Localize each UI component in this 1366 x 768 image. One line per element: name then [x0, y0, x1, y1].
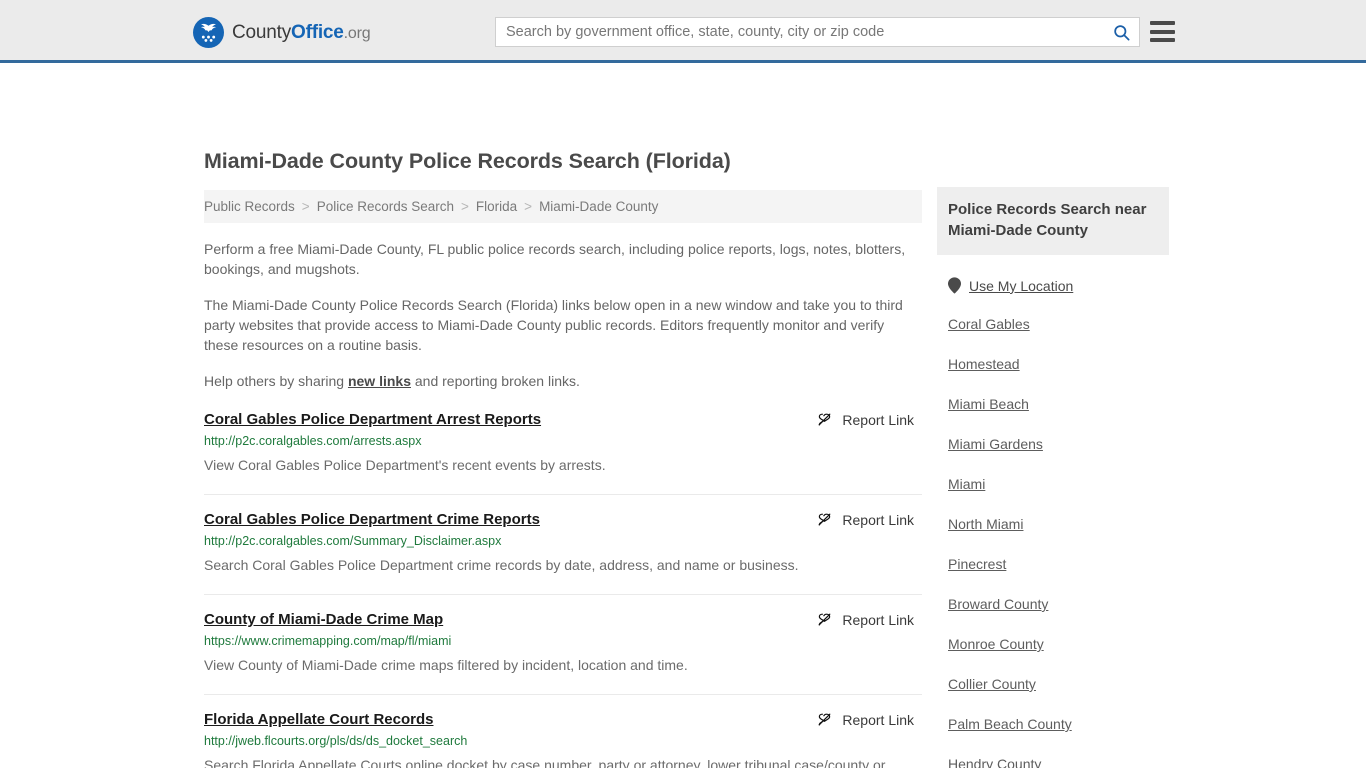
list-item: Miami: [937, 454, 1169, 494]
list-item: Monroe County: [937, 614, 1169, 654]
page-title: Miami-Dade County Police Records Search …: [204, 149, 731, 173]
report-link-button[interactable]: Report Link: [816, 711, 914, 728]
sidebar-item-miami[interactable]: Miami: [948, 454, 985, 492]
sidebar-item-broward-county[interactable]: Broward County: [948, 574, 1048, 612]
report-link-label: Report Link: [842, 411, 914, 428]
map-pin-icon: [948, 277, 961, 294]
site-logo[interactable]: CountyOffice.org: [193, 17, 371, 48]
intro-p3-before: Help others by sharing: [204, 373, 348, 389]
intro-paragraph-2: The Miami-Dade County Police Records Sea…: [204, 297, 903, 353]
list-item: Miami Beach: [937, 374, 1169, 414]
result-description: View County of Miami-Dade crime maps fil…: [204, 657, 688, 673]
sidebar-item-pinecrest[interactable]: Pinecrest: [948, 534, 1006, 572]
list-item: Collier County: [937, 654, 1169, 694]
sidebar-item-north-miami[interactable]: North Miami: [948, 494, 1023, 532]
result-item: Coral Gables Police Department Arrest Re…: [204, 411, 922, 495]
list-item: Coral Gables: [937, 294, 1169, 334]
broken-link-icon: [818, 713, 831, 726]
intro-paragraph-1: Perform a free Miami-Dade County, FL pub…: [204, 241, 906, 277]
result-title-link[interactable]: Coral Gables Police Department Crime Rep…: [204, 511, 540, 528]
main-content: Miami-Dade County Police Records Search …: [204, 149, 922, 768]
brand-org-text: .org: [343, 24, 371, 42]
sidebar-item-monroe-county[interactable]: Monroe County: [948, 614, 1044, 652]
breadcrumb-separator: >: [524, 199, 533, 214]
breadcrumb-separator: >: [301, 199, 310, 214]
search-button[interactable]: [1103, 18, 1139, 46]
list-item: Palm Beach County: [937, 694, 1169, 734]
hamburger-bar: [1150, 21, 1175, 25]
result-description: Search Florida Appellate Courts online d…: [204, 757, 886, 768]
new-links-link[interactable]: new links: [348, 373, 411, 389]
breadcrumb-item-police-records-search[interactable]: Police Records Search: [317, 199, 454, 214]
site-header: CountyOffice.org: [0, 0, 1366, 63]
report-link-label: Report Link: [842, 511, 914, 528]
sidebar-item-collier-county[interactable]: Collier County: [948, 654, 1036, 692]
intro-p3-after: and reporting broken links.: [411, 373, 580, 389]
brand-office-text: Office: [291, 21, 344, 43]
list-item: Miami Gardens: [937, 414, 1169, 454]
brand-county-text: County: [232, 21, 292, 43]
result-item: Florida Appellate Court Records http://j…: [204, 711, 922, 768]
sidebar-item-miami-beach[interactable]: Miami Beach: [948, 374, 1029, 412]
sidebar-item-hendry-county[interactable]: Hendry County: [948, 734, 1041, 768]
intro-paragraph-3: Help others by sharing new links and rep…: [204, 371, 922, 391]
report-link-label: Report Link: [842, 611, 914, 628]
list-item: Pinecrest: [937, 534, 1169, 574]
sidebar-item-miami-gardens[interactable]: Miami Gardens: [948, 414, 1043, 452]
result-item: County of Miami-Dade Crime Map https://w…: [204, 611, 922, 695]
broken-link-icon: [818, 413, 831, 426]
result-description: View Coral Gables Police Department's re…: [204, 457, 606, 473]
report-link-label: Report Link: [842, 711, 914, 728]
result-description: Search Coral Gables Police Department cr…: [204, 557, 799, 573]
report-link-button[interactable]: Report Link: [816, 411, 914, 428]
sidebar-item-coral-gables[interactable]: Coral Gables: [948, 294, 1030, 332]
search-icon: [1113, 24, 1129, 40]
sidebar-heading: Police Records Search near Miami-Dade Co…: [937, 187, 1169, 255]
broken-link-icon: [818, 613, 831, 626]
list-item: Broward County: [937, 574, 1169, 614]
use-my-location-button[interactable]: Use My Location: [948, 277, 1169, 294]
list-item: North Miami: [937, 494, 1169, 534]
list-item: Hendry County: [937, 734, 1169, 768]
breadcrumb: Public Records > Police Records Search >…: [204, 190, 922, 223]
result-url: http://p2c.coralgables.com/arrests.aspx: [204, 434, 422, 448]
search-bar: [495, 17, 1140, 47]
result-url: http://jweb.flcourts.org/pls/ds/ds_docke…: [204, 734, 468, 748]
sidebar-item-palm-beach-county[interactable]: Palm Beach County: [948, 694, 1072, 732]
result-url: http://p2c.coralgables.com/Summary_Discl…: [204, 534, 502, 548]
result-url: https://www.crimemapping.com/map/fl/miam…: [204, 634, 452, 648]
use-my-location-label: Use My Location: [969, 277, 1074, 294]
hamburger-bar: [1150, 29, 1175, 34]
result-title-link[interactable]: Florida Appellate Court Records: [204, 711, 433, 728]
breadcrumb-item-miami-dade-county[interactable]: Miami-Dade County: [539, 199, 658, 214]
list-item: Homestead: [937, 334, 1169, 374]
hamburger-menu-icon[interactable]: [1150, 21, 1175, 42]
breadcrumb-separator: >: [461, 199, 469, 214]
breadcrumb-item-florida[interactable]: Florida: [476, 199, 517, 214]
hamburger-bar: [1150, 38, 1175, 42]
brand-wordmark: CountyOffice.org: [232, 21, 371, 44]
intro-text: Perform a free Miami-Dade County, FL pub…: [204, 239, 922, 391]
report-link-button[interactable]: Report Link: [816, 611, 914, 628]
breadcrumb-item-public-records[interactable]: Public Records: [204, 199, 295, 214]
sidebar-nearby-list: Coral Gables Homestead Miami Beach Miami…: [937, 294, 1169, 768]
results-list: Coral Gables Police Department Arrest Re…: [204, 411, 922, 768]
result-title-link[interactable]: County of Miami-Dade Crime Map: [204, 611, 443, 628]
sidebar: Police Records Search near Miami-Dade Co…: [937, 187, 1169, 768]
result-item: Coral Gables Police Department Crime Rep…: [204, 511, 922, 595]
report-link-button[interactable]: Report Link: [816, 511, 914, 528]
sidebar-item-homestead[interactable]: Homestead: [948, 334, 1020, 372]
result-title-link[interactable]: Coral Gables Police Department Arrest Re…: [204, 411, 541, 428]
eagle-seal-icon: [193, 17, 224, 48]
broken-link-icon: [818, 513, 831, 526]
search-input[interactable]: [496, 18, 1103, 46]
